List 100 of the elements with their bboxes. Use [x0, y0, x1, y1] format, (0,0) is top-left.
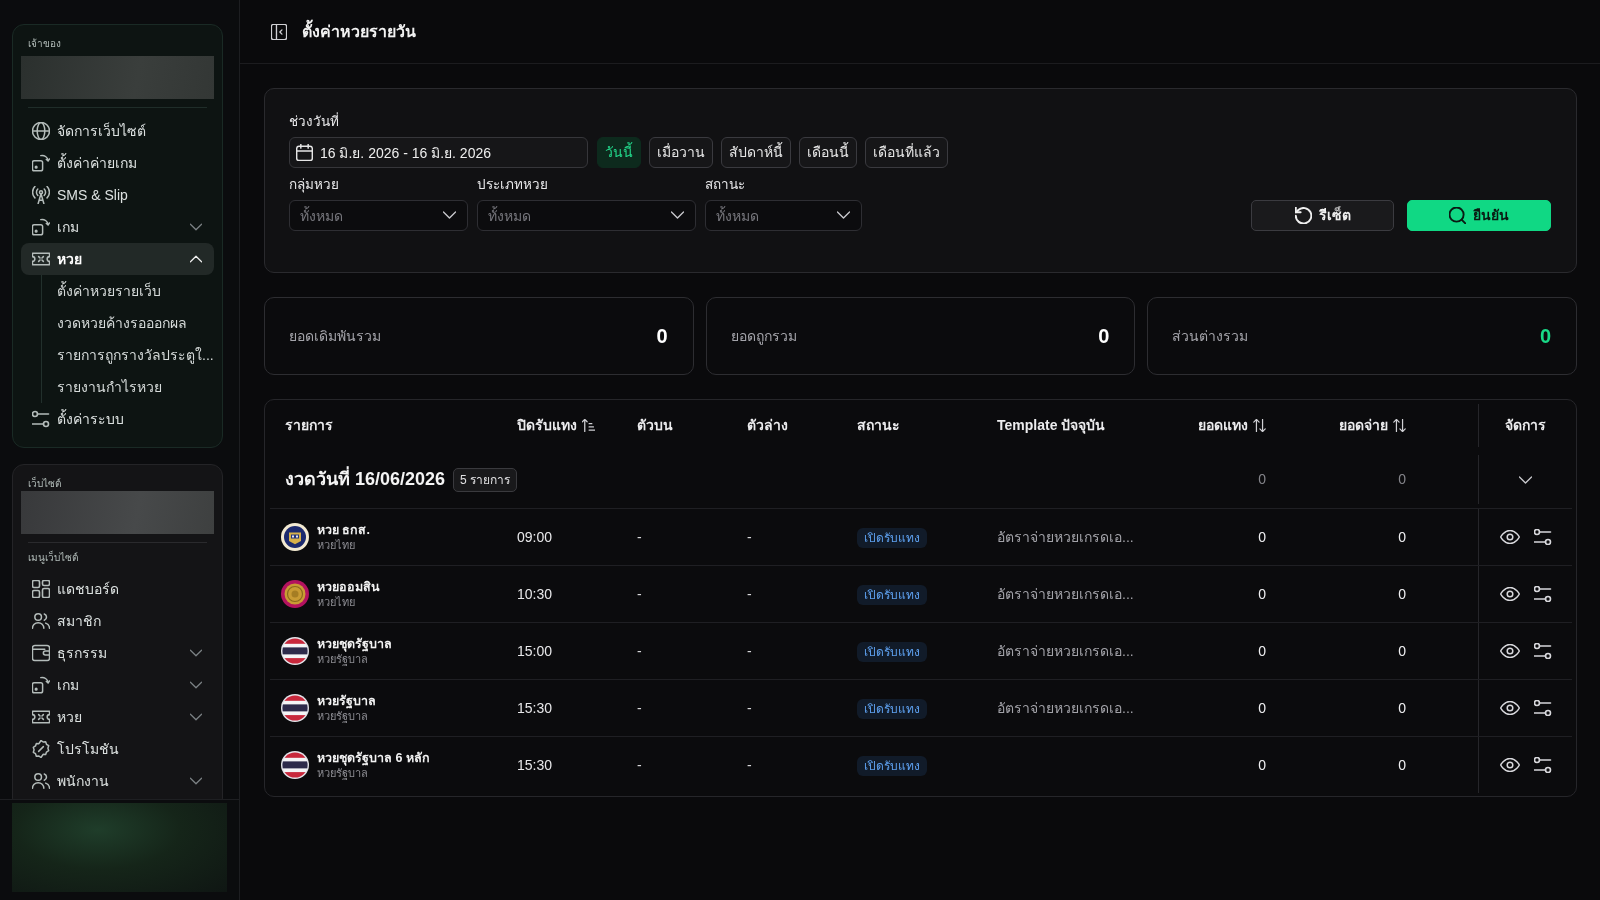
top-number: -: [637, 756, 642, 773]
flag-icon: [281, 637, 309, 665]
sliders-icon[interactable]: [1533, 586, 1552, 602]
sidebar-subitem[interactable]: รายงานกำไรหวย: [42, 371, 214, 403]
template-name: อัตราจ่ายหวยเกรดเอ...: [997, 585, 1134, 602]
status-badge: เปิดรับแทง: [857, 698, 927, 719]
column-header[interactable]: ยอดจ่าย: [1339, 415, 1388, 436]
sidebar-item[interactable]: พนักงาน: [21, 765, 214, 797]
top-number: -: [637, 585, 642, 602]
flag-icon: [281, 751, 309, 779]
field-label: กลุ่มหวย: [289, 176, 340, 194]
reset-icon: [1294, 207, 1312, 224]
search-icon: [1449, 207, 1466, 224]
sliders-icon[interactable]: [1533, 643, 1552, 659]
sort-ascending-icon[interactable]: [582, 419, 595, 432]
sidebar-item[interactable]: สมาชิก: [21, 605, 214, 637]
date-preset-button[interactable]: เดือนที่แล้ว: [865, 137, 948, 168]
date-range-field[interactable]: 16 มิ.ย. 2026 - 16 มิ.ย. 2026: [289, 137, 588, 168]
date-preset-button[interactable]: สัปดาห์นี้: [721, 137, 791, 168]
bottom-number: -: [747, 642, 752, 659]
eye-icon[interactable]: [1499, 758, 1520, 772]
eye-icon[interactable]: [1499, 587, 1520, 601]
field-label: ประเภทหวย: [477, 176, 549, 194]
summary-label: ส่วนต่างรวม: [1172, 326, 1249, 346]
select-field[interactable]: ทั้งหมด: [477, 200, 696, 231]
sidebar-toggle-icon[interactable]: [271, 23, 287, 40]
confirm-button[interactable]: ยืนยัน: [1407, 200, 1551, 231]
sidebar-item[interactable]: SMS & Slip: [21, 179, 214, 211]
ticket-icon: [32, 708, 50, 726]
bottom-number: -: [747, 756, 752, 773]
wallet-icon: [32, 644, 50, 662]
template-name: อัตราจ่ายหวยเกรดเอ...: [997, 642, 1134, 659]
sort-icon[interactable]: [1393, 419, 1406, 432]
sidebar-item[interactable]: หวย: [21, 243, 214, 275]
sliders-icon[interactable]: [1533, 700, 1552, 716]
sidebar-item[interactable]: เกม: [21, 211, 214, 243]
bet-amount: 0: [1258, 698, 1266, 718]
lottery-category: หวยไทย: [317, 594, 355, 609]
bet-amount: 0: [1258, 641, 1266, 661]
column-header[interactable]: ยอดแทง: [1198, 415, 1248, 436]
status-badge: เปิดรับแทง: [857, 584, 927, 605]
lottery-category: หวยรัฐบาล: [317, 709, 368, 723]
calendar-icon: [296, 144, 313, 161]
top-number: -: [637, 642, 642, 659]
template-name: อัตราจ่ายหวยเกรดเอ...: [997, 699, 1134, 716]
section-label: เว็บไซต์: [27, 478, 62, 490]
sidebar-item[interactable]: ธุรกรรม: [21, 637, 214, 669]
column-header[interactable]: ปิดรับแทง: [517, 415, 577, 436]
status-badge: เปิดรับแทง: [857, 641, 927, 662]
sidebar-item[interactable]: ตั้งค่าค่ายเกม: [21, 147, 214, 179]
sliders-icon[interactable]: [1533, 757, 1552, 773]
column-header: จัดการ: [1505, 416, 1546, 435]
reset-button[interactable]: รีเซ็ต: [1251, 200, 1394, 231]
chevron-down-icon: [837, 211, 850, 219]
field-label: ช่วงวันที่: [289, 113, 339, 131]
date-preset-button[interactable]: เมื่อวาน: [649, 137, 713, 168]
date-preset-button[interactable]: เดือนนี้: [799, 137, 857, 168]
template-name: อัตราจ่ายหวยเกรดเอ...: [997, 528, 1134, 545]
summary-value: 0: [1098, 324, 1110, 349]
sidebar-item[interactable]: หวย: [21, 701, 214, 733]
status-badge: เปิดรับแทง: [857, 527, 927, 548]
lottery-name: หวย ธกส.: [317, 522, 370, 538]
column-header: สถานะ: [857, 416, 900, 435]
emblem-icon: [281, 523, 309, 551]
sidebar-item[interactable]: จัดการเว็บไซต์: [21, 115, 214, 147]
lottery-name: หวยชุดรัฐบาล: [317, 636, 392, 652]
users-icon: [32, 772, 50, 790]
percent-badge-icon: [32, 740, 50, 758]
sidebar-subitem[interactable]: รายการถูกรางวัลประตูใ...: [42, 339, 214, 371]
eye-icon[interactable]: [1499, 701, 1520, 715]
bottom-number: -: [747, 528, 752, 545]
sidebar-item[interactable]: ตั้งค่าระบบ: [21, 403, 214, 435]
sidebar-item[interactable]: เกม: [21, 669, 214, 701]
summary-label: ยอดเดิมพันรวม: [289, 326, 381, 346]
seal-icon: [281, 580, 309, 608]
bet-amount: 0: [1258, 584, 1266, 604]
sidebar-subitem[interactable]: งวดหวยค้างรอออกผล: [42, 307, 214, 339]
select-field[interactable]: ทั้งหมด: [289, 200, 468, 231]
lottery-category: หวยรัฐบาล: [317, 766, 368, 780]
select-field[interactable]: ทั้งหมด: [705, 200, 862, 231]
dice-icon: [32, 218, 50, 236]
eye-icon[interactable]: [1499, 530, 1520, 544]
top-number: -: [637, 528, 642, 545]
date-preset-button[interactable]: วันนี้: [597, 137, 641, 168]
eye-icon[interactable]: [1499, 644, 1520, 658]
sidebar-item[interactable]: แดชบอร์ด: [21, 573, 214, 605]
summary-value: 0: [1539, 324, 1551, 349]
chevron-down-icon[interactable]: [1519, 475, 1532, 484]
close-time: 15:30: [517, 756, 553, 773]
lottery-name: หวยรัฐบาล: [317, 693, 376, 709]
sidebar-item[interactable]: โปรโมชัน: [21, 733, 214, 765]
close-time: 15:00: [517, 642, 553, 659]
sliders-icon[interactable]: [1533, 529, 1552, 545]
sidebar-subitem[interactable]: ตั้งค่าหวยรายเว็บ: [42, 275, 214, 307]
bottom-number: -: [747, 699, 752, 716]
column-header: ตัวบน: [637, 416, 673, 435]
sort-icon[interactable]: [1253, 419, 1266, 432]
top-number: -: [637, 699, 642, 716]
dice-icon: [32, 154, 50, 172]
section-label: เมนูเว็บไซต์: [27, 552, 79, 564]
